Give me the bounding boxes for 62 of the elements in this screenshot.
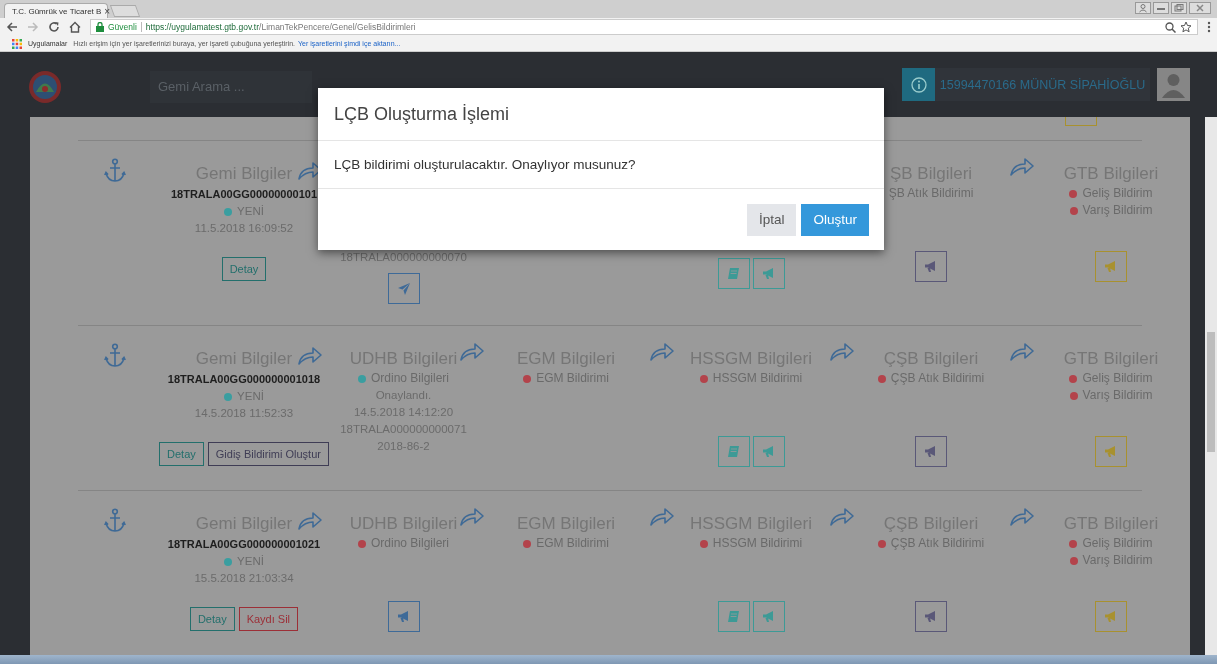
restore-icon[interactable] bbox=[1171, 2, 1187, 14]
close-icon[interactable] bbox=[1189, 2, 1211, 14]
book-icon bbox=[727, 610, 740, 623]
megaphone-icon bbox=[924, 445, 938, 458]
action-button[interactable]: Detay bbox=[221, 257, 267, 281]
home-icon[interactable] bbox=[69, 21, 81, 33]
megaphone-icon bbox=[924, 610, 938, 623]
lock-icon bbox=[96, 22, 104, 32]
secure-label: Güvenli bbox=[108, 22, 137, 32]
action-button[interactable] bbox=[915, 251, 947, 282]
action-button[interactable] bbox=[752, 258, 785, 289]
action-button[interactable]: Detay bbox=[159, 442, 204, 466]
forward-icon[interactable] bbox=[27, 21, 39, 33]
action-button[interactable] bbox=[387, 601, 420, 632]
anchor-icon bbox=[104, 508, 126, 534]
action-button[interactable] bbox=[915, 601, 947, 632]
book-icon bbox=[727, 445, 740, 458]
apps-icon[interactable] bbox=[12, 38, 22, 49]
dialog-title: LÇB Oluşturma İşlemi bbox=[334, 103, 510, 125]
star-icon[interactable] bbox=[1180, 21, 1192, 33]
megaphone-icon bbox=[761, 610, 776, 623]
megaphone-icon bbox=[396, 610, 411, 623]
close-tab-button[interactable]: × bbox=[104, 5, 111, 17]
tab-title: T.C. Gümrük ve Ticaret B bbox=[12, 6, 102, 16]
action-button[interactable] bbox=[717, 258, 750, 289]
scrollbar[interactable] bbox=[1205, 117, 1217, 655]
user-name[interactable]: 15994470166 MÜNÜR SİPAHİOĞLU bbox=[935, 68, 1150, 101]
megaphone-icon bbox=[1104, 610, 1118, 623]
browser-tab[interactable]: T.C. Gümrük ve Ticaret B × bbox=[4, 3, 108, 18]
menu-icon[interactable] bbox=[1207, 21, 1211, 33]
address-bar[interactable]: Güvenli https://uygulamatest.gtb.gov.tr/LimanTekPencere/Genel/GelisBildirimleri bbox=[90, 19, 1198, 35]
new-tab-button[interactable] bbox=[109, 5, 141, 17]
info-icon bbox=[910, 76, 927, 93]
action-button[interactable] bbox=[915, 436, 947, 467]
paper-plane-icon bbox=[396, 281, 411, 296]
ship-id: 18TRALA00GG000000001018 bbox=[167, 372, 321, 387]
logo-icon[interactable] bbox=[28, 69, 62, 104]
back-icon[interactable] bbox=[6, 21, 18, 33]
action-button[interactable]: Gidiş Bildirimi Oluştur bbox=[207, 442, 329, 466]
megaphone-icon bbox=[924, 260, 938, 273]
megaphone-icon bbox=[761, 267, 776, 280]
megaphone-icon bbox=[1104, 445, 1118, 458]
book-icon bbox=[727, 267, 740, 280]
anchor-icon bbox=[104, 343, 126, 369]
ship-id: 18TRALA00GG00000000101 bbox=[170, 187, 318, 202]
action-button[interactable] bbox=[387, 273, 420, 304]
ship-id: 18TRALA00GG000000001021 bbox=[167, 537, 321, 552]
megaphone-icon bbox=[761, 445, 776, 458]
action-button[interactable]: Detay bbox=[189, 607, 235, 631]
confirm-button[interactable]: Oluştur bbox=[801, 203, 869, 236]
info-button[interactable] bbox=[902, 68, 935, 101]
megaphone-icon bbox=[1104, 260, 1118, 273]
cancel-button[interactable]: İptal bbox=[746, 203, 797, 236]
profile-icon[interactable] bbox=[1135, 2, 1151, 14]
zoom-icon[interactable] bbox=[1165, 21, 1176, 33]
reload-icon[interactable] bbox=[48, 21, 60, 33]
action-button[interactable]: Kaydı Sil bbox=[238, 607, 299, 631]
url-text: https://uygulamatest.gtb.gov.tr/LimanTekPencere/Genel/GelisBildirimleri bbox=[145, 22, 416, 32]
avatar-icon[interactable] bbox=[1157, 68, 1190, 101]
anchor-icon bbox=[104, 158, 126, 184]
dialog-message: LÇB bildirimi oluşturulacaktır. Onaylıyor musunuz? bbox=[334, 157, 636, 172]
minimize-icon[interactable] bbox=[1153, 2, 1169, 14]
